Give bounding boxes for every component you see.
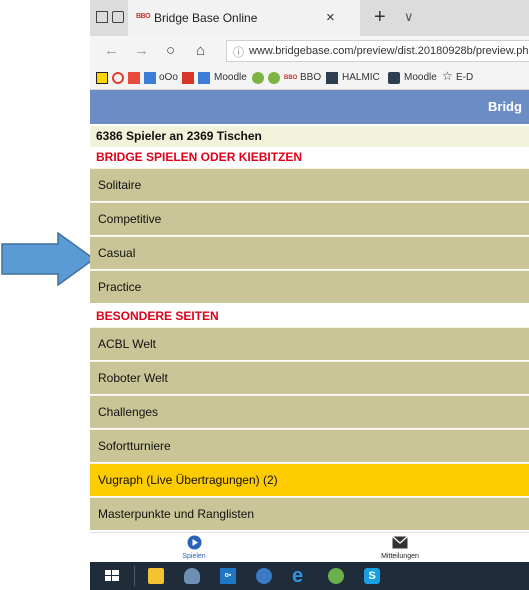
edge-icon[interactable]: e <box>292 566 308 586</box>
menu-item-label: Sofortturniere <box>98 439 171 453</box>
nav-messages-button[interactable]: Mitteilungen <box>360 533 440 563</box>
taskbar-divider <box>134 566 135 586</box>
halmic-icon[interactable] <box>326 72 338 84</box>
bookmark-label[interactable]: oOo <box>159 72 178 83</box>
play-icon <box>187 535 202 550</box>
green-app-icon[interactable] <box>328 568 344 584</box>
tab-title: Bridge Base Online <box>154 11 258 25</box>
bookmark-id-icon[interactable] <box>268 72 280 84</box>
address-bar: ← → ○ ⌂ ⓘ www.bridgebase.com/preview/dis… <box>90 36 529 66</box>
menu-item-solitaire[interactable]: Solitaire <box>90 168 529 201</box>
app-title: Bridg <box>488 99 522 114</box>
menu-item-practice[interactable]: Practice <box>90 270 529 303</box>
menu-item-robot-world[interactable]: Roboter Welt <box>90 361 529 394</box>
bookmark-flag-icon[interactable] <box>128 72 140 84</box>
url-field[interactable]: ⓘ www.bridgebase.com/preview/dist.201809… <box>226 40 529 62</box>
menu-item-label: Solitaire <box>98 178 142 192</box>
bookmarks-bar: oOo Moodle BBO BBO HALMIC Moodle ☆ E-D <box>90 66 529 90</box>
bookmark-x-icon[interactable] <box>96 72 108 84</box>
section-header-play: BRIDGE SPIELEN ODER KIEBITZEN <box>90 147 529 168</box>
menu-item-masterpoints[interactable]: Masterpunkte und Ranglisten <box>90 497 529 530</box>
windows-taskbar: o▪ e S <box>90 562 529 590</box>
folder-icon[interactable] <box>144 72 156 84</box>
skype-icon[interactable]: S <box>364 568 380 584</box>
menu-item-label: Roboter Welt <box>98 371 168 385</box>
section-title: BRIDGE SPIELEN ODER KIEBITZEN <box>96 150 303 164</box>
menu-item-label: Practice <box>98 280 142 294</box>
new-tab-icon[interactable]: + <box>374 6 386 29</box>
home-icon[interactable]: ⌂ <box>196 42 205 59</box>
set-tabs-aside-icon[interactable] <box>112 11 124 23</box>
back-icon[interactable]: ← <box>104 42 119 59</box>
bookmark-green-icon[interactable] <box>252 72 264 84</box>
tab-menu-icon[interactable]: ∨ <box>404 9 414 25</box>
bbo-favicon: BBO <box>136 13 151 20</box>
menu-item-instant-tournaments[interactable]: Sofortturniere <box>90 429 529 462</box>
menu-item-label: Vugraph (Live Übertragungen) (2) <box>98 473 278 487</box>
nav-play-button[interactable]: Spielen <box>154 533 234 563</box>
menu-item-label: Challenges <box>98 405 159 419</box>
players-count: 6386 Spieler an 2369 Tischen <box>90 126 529 147</box>
bookmark-a-icon[interactable] <box>112 72 124 84</box>
moodle-icon[interactable] <box>388 72 400 84</box>
section-header-special: BESONDERE SEITEN <box>90 306 529 327</box>
forward-icon[interactable]: → <box>134 42 149 59</box>
app-header: Bridg <box>90 90 529 124</box>
title-bar: BBO Bridge Base Online × + ∨ <box>90 0 529 36</box>
file-explorer-icon[interactable] <box>148 568 164 584</box>
menu-item-label: Competitive <box>98 212 162 226</box>
menu-item-vugraph[interactable]: Vugraph (Live Übertragungen) (2) <box>90 463 529 496</box>
bookmark-red-icon[interactable] <box>182 72 194 84</box>
refresh-icon[interactable]: ○ <box>166 42 175 59</box>
nav-play-label: Spielen <box>182 553 206 560</box>
browser-tab[interactable]: BBO Bridge Base Online × <box>128 0 360 36</box>
bookmark-label[interactable]: BBO <box>300 72 321 83</box>
menu-item-casual[interactable]: Casual <box>90 236 529 269</box>
people-icon[interactable] <box>184 568 200 584</box>
bookmark-label[interactable]: Moodle <box>214 72 247 83</box>
menu-item-competitive[interactable]: Competitive <box>90 202 529 235</box>
envelope-icon <box>392 536 408 549</box>
globe-icon[interactable] <box>256 568 272 584</box>
bookmark-label[interactable]: Moodle <box>404 72 437 83</box>
players-text: 6386 Spieler an 2369 Tischen <box>96 129 262 143</box>
moodle-icon[interactable] <box>198 72 210 84</box>
nav-messages-label: Mitteilungen <box>381 553 419 560</box>
url-text: www.bridgebase.com/preview/dist.20180928… <box>249 45 529 57</box>
site-info-icon[interactable]: ⓘ <box>233 44 244 60</box>
bookmark-label[interactable]: HALMIC <box>342 72 380 83</box>
menu-item-label: Casual <box>98 246 136 260</box>
section-title: BESONDERE SEITEN <box>96 309 219 323</box>
pointer-arrow-icon <box>1 232 96 286</box>
bbo-icon[interactable]: BBO <box>284 72 297 84</box>
browser-window: BBO Bridge Base Online × + ∨ ← → ○ ⌂ ⓘ w… <box>90 0 529 590</box>
menu-item-label: Masterpunkte und Ranglisten <box>98 507 255 521</box>
star-icon[interactable]: ☆ <box>442 69 453 83</box>
outlook-icon[interactable]: o▪ <box>220 568 236 584</box>
menu-item-label: ACBL Welt <box>98 337 157 351</box>
menu-item-acbl-world[interactable]: ACBL Welt <box>90 327 529 360</box>
windows-start-icon[interactable] <box>104 568 120 584</box>
close-tab-icon[interactable]: × <box>326 9 335 26</box>
bookmark-label[interactable]: E-D <box>456 72 473 83</box>
tab-overview-icon[interactable] <box>96 11 108 23</box>
bottom-nav: Spielen Mitteilungen <box>90 532 529 562</box>
menu-item-challenges[interactable]: Challenges <box>90 395 529 428</box>
